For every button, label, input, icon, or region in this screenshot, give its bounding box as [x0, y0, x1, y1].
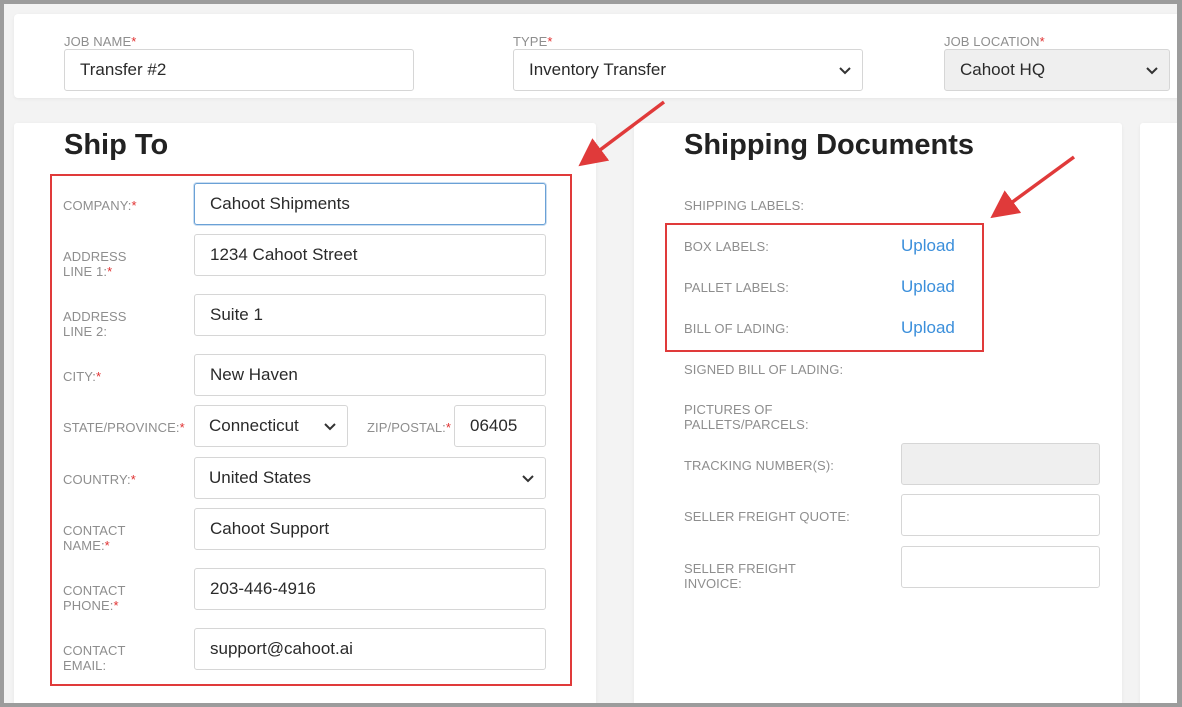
annotation-arrows [578, 100, 1076, 219]
screenshot-frame: JOB NAME* Transfer #2 TYPE* Inventory Tr… [4, 4, 1177, 703]
arrow-icon [578, 100, 666, 167]
arrow-icon [990, 155, 1076, 219]
